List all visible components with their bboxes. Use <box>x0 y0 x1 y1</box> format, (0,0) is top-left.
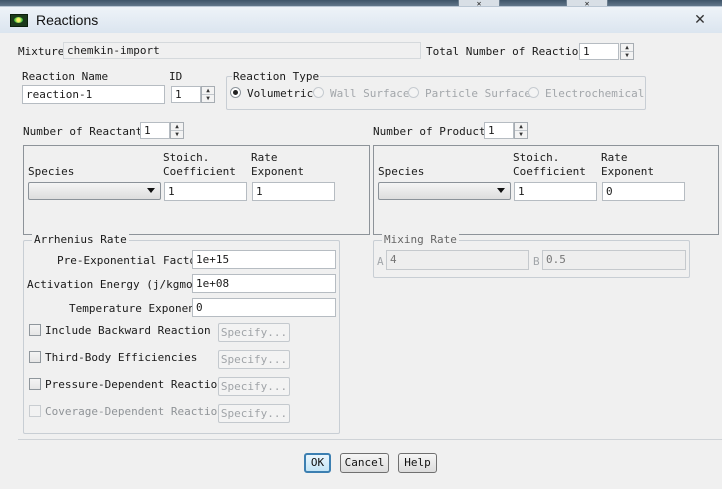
electrochemical-radio[interactable] <box>528 87 539 98</box>
products-panel: Species Stoich. Coefficient Rate Exponen… <box>373 145 719 235</box>
reaction-id-input[interactable]: 1 <box>171 86 201 103</box>
mixture-label: Mixture <box>18 45 65 58</box>
coefficient-header: Coefficient <box>513 165 586 178</box>
activation-energy-input[interactable]: 1e+08 <box>192 274 336 293</box>
products-count-input[interactable]: 1 <box>484 122 514 139</box>
divider <box>18 439 722 440</box>
reaction-id-spinner[interactable]: ▲ ▼ <box>201 86 215 103</box>
include-backward-reaction-label[interactable]: Include Backward Reaction <box>45 324 211 337</box>
spin-up-icon[interactable]: ▲ <box>202 87 214 95</box>
third-body-specify-button[interactable]: Specify... <box>218 350 290 369</box>
electrochemical-label[interactable]: Electrochemical <box>545 87 644 100</box>
products-count-label: Number of Products <box>373 125 493 138</box>
pre-exponential-factor-input[interactable]: 1e+15 <box>192 250 336 269</box>
coefficient-header: Coefficient <box>163 165 236 178</box>
app-logo-icon <box>10 14 28 27</box>
reactants-count-label: Number of Reactants <box>23 125 149 138</box>
mixing-rate-a-label: A <box>377 255 384 268</box>
reactant-rate-exponent-input[interactable]: 1 <box>252 182 335 201</box>
mixing-rate-b-input[interactable]: 0.5 <box>542 250 686 270</box>
reactants-panel: Species Stoich. Coefficient Rate Exponen… <box>23 145 370 235</box>
reactant-species-dropdown[interactable] <box>28 182 161 200</box>
wall-surface-radio[interactable] <box>313 87 324 98</box>
activation-energy-label: Activation Energy (j/kgmol) <box>27 278 206 291</box>
spin-up-icon[interactable]: ▲ <box>171 123 183 131</box>
spin-down-icon[interactable]: ▼ <box>202 95 214 102</box>
volumetric-radio[interactable] <box>230 87 241 98</box>
temperature-exponent-label: Temperature Exponent <box>69 302 202 315</box>
coverage-dependent-reaction-checkbox[interactable] <box>29 405 41 417</box>
reaction-name-input[interactable]: reaction-1 <box>22 85 165 104</box>
particle-surface-radio[interactable] <box>408 87 419 98</box>
reaction-name-label: Reaction Name <box>22 70 109 83</box>
backward-reaction-specify-button[interactable]: Specify... <box>218 323 290 342</box>
product-rate-exponent-input[interactable]: 0 <box>602 182 685 201</box>
coverage-dependent-reaction-label[interactable]: Coverage-Dependent Reaction <box>45 405 224 418</box>
ok-button[interactable]: OK <box>304 453 331 473</box>
chevron-down-icon <box>497 188 505 193</box>
species-header: Species <box>378 165 425 178</box>
coverage-dependent-specify-button[interactable]: Specify... <box>218 404 290 423</box>
window-title: Reactions <box>36 12 99 28</box>
reactant-stoich-input[interactable]: 1 <box>164 182 247 201</box>
total-reactions-input[interactable]: 1 <box>579 43 619 60</box>
reaction-id-label: ID <box>169 70 183 83</box>
spin-up-icon[interactable]: ▲ <box>515 123 527 131</box>
stoich-header: Stoich. <box>163 151 210 164</box>
close-window-button[interactable]: ✕ <box>684 9 716 29</box>
pressure-dependent-reaction-checkbox[interactable] <box>29 378 41 390</box>
total-reactions-label: Total Number of Reactions <box>426 45 592 58</box>
volumetric-label[interactable]: Volumetric <box>247 87 313 100</box>
rate-header: Rate <box>601 151 628 164</box>
reaction-type-label: Reaction Type <box>232 70 321 83</box>
mixture-field: chemkin-import <box>63 42 421 59</box>
spin-down-icon[interactable]: ▼ <box>621 52 633 59</box>
mixing-rate-a-input[interactable]: 4 <box>386 250 529 270</box>
third-body-efficiencies-checkbox[interactable] <box>29 351 41 363</box>
product-species-dropdown[interactable] <box>378 182 511 200</box>
arrhenius-rate-title: Arrhenius Rate <box>32 233 129 246</box>
stoich-header: Stoich. <box>513 151 560 164</box>
mixing-rate-title: Mixing Rate <box>382 233 459 246</box>
pressure-dependent-specify-button[interactable]: Specify... <box>218 377 290 396</box>
pressure-dependent-reaction-label[interactable]: Pressure-Dependent Reaction <box>45 378 224 391</box>
temperature-exponent-input[interactable]: 0 <box>192 298 336 317</box>
chevron-down-icon <box>147 188 155 193</box>
spin-up-icon[interactable]: ▲ <box>621 44 633 52</box>
product-stoich-input[interactable]: 1 <box>514 182 597 201</box>
cancel-button[interactable]: Cancel <box>340 453 389 473</box>
spin-down-icon[interactable]: ▼ <box>515 131 527 138</box>
species-header: Species <box>28 165 75 178</box>
wall-surface-label[interactable]: Wall Surface <box>330 87 409 100</box>
particle-surface-label[interactable]: Particle Surface <box>425 87 531 100</box>
reactions-dialog: Reactions ✕ Mixture chemkin-import Total… <box>0 6 722 489</box>
pre-exponential-factor-label: Pre-Exponential Factor <box>57 254 203 267</box>
products-count-spinner[interactable]: ▲ ▼ <box>514 122 528 139</box>
include-backward-reaction-checkbox[interactable] <box>29 324 41 336</box>
title-bar[interactable]: Reactions ✕ <box>0 7 722 33</box>
rate-header: Rate <box>251 151 278 164</box>
third-body-efficiencies-label[interactable]: Third-Body Efficiencies <box>45 351 197 364</box>
reactants-count-input[interactable]: 1 <box>140 122 170 139</box>
exponent-header: Exponent <box>601 165 654 178</box>
total-reactions-spinner[interactable]: ▲ ▼ <box>620 43 634 60</box>
spin-down-icon[interactable]: ▼ <box>171 131 183 138</box>
help-button[interactable]: Help <box>398 453 437 473</box>
reactants-count-spinner[interactable]: ▲ ▼ <box>170 122 184 139</box>
mixing-rate-b-label: B <box>533 255 540 268</box>
exponent-header: Exponent <box>251 165 304 178</box>
